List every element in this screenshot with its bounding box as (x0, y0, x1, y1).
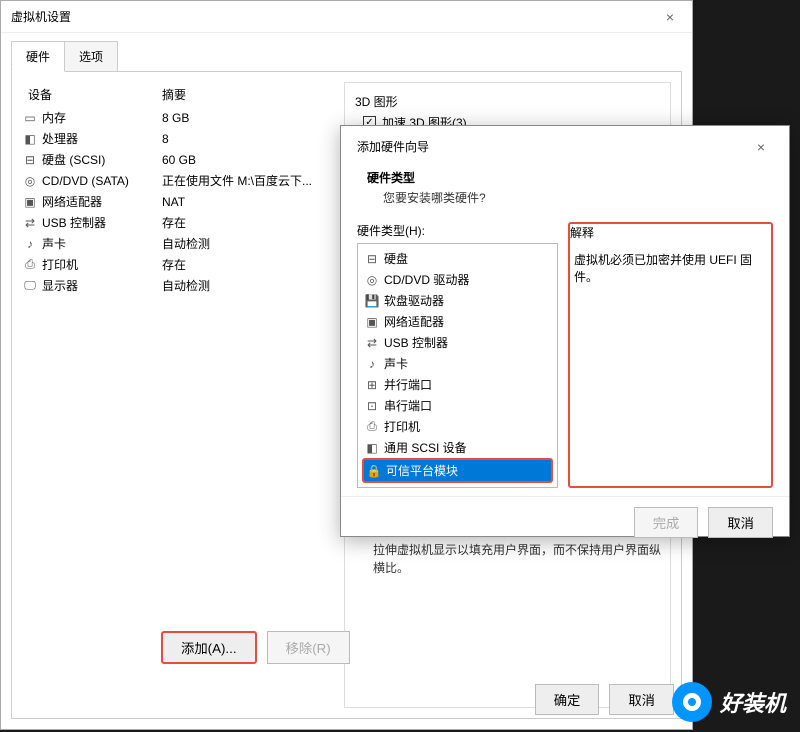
cpu-icon: ◧ (22, 132, 38, 146)
cd-icon: ◎ (22, 174, 38, 188)
wizard-footer: 完成 取消 (341, 496, 789, 548)
ok-button[interactable]: 确定 (535, 684, 600, 715)
hw-row-display[interactable]: 🖵显示器自动检测 (22, 275, 332, 296)
hardware-list: 设备 摘要 ▭内存8 GB ◧处理器8 ⊟硬盘 (SCSI)60 GB ◎CD/… (22, 82, 332, 708)
logo-text: 好装机 (720, 686, 786, 718)
finish-button: 完成 (634, 507, 699, 538)
serial-icon: ⊡ (364, 399, 380, 413)
network-icon: ▣ (22, 195, 38, 209)
network-icon: ▣ (364, 315, 380, 329)
window-title: 虚拟机设置 (11, 8, 71, 25)
add-remove-row: 添加(A)... 移除(R) (161, 631, 350, 664)
sound-icon: ♪ (22, 237, 38, 251)
type-usb[interactable]: ⇄USB 控制器 (362, 332, 553, 353)
hw-row-cpu[interactable]: ◧处理器8 (22, 128, 332, 149)
wizard-body: 硬件类型(H): ⊟硬盘 ◎CD/DVD 驱动器 💾软盘驱动器 ▣网络适配器 ⇄… (341, 214, 789, 496)
type-net[interactable]: ▣网络适配器 (362, 311, 553, 332)
hw-row-usb[interactable]: ⇄USB 控制器存在 (22, 212, 332, 233)
tab-hardware[interactable]: 硬件 (11, 41, 65, 72)
tpm-icon: 🔒 (366, 464, 382, 478)
cancel-button[interactable]: 取消 (609, 684, 674, 715)
hw-row-printer[interactable]: ⎙打印机存在 (22, 254, 332, 275)
cd-icon: ◎ (364, 273, 380, 287)
wizard-right: 解释 虚拟机必须已加密并使用 UEFI 固件。 (568, 222, 773, 488)
add-button[interactable]: 添加(A)... (161, 631, 257, 664)
section-title: 3D 图形 (355, 93, 660, 110)
types-label: 硬件类型(H): (357, 222, 558, 239)
usb-icon: ⇄ (22, 216, 38, 230)
memory-icon: ▭ (22, 111, 38, 125)
hardware-types-list: ⊟硬盘 ◎CD/DVD 驱动器 💾软盘驱动器 ▣网络适配器 ⇄USB 控制器 ♪… (357, 243, 558, 488)
wizard-left: 硬件类型(H): ⊟硬盘 ◎CD/DVD 驱动器 💾软盘驱动器 ▣网络适配器 ⇄… (357, 222, 558, 488)
hw-row-disk[interactable]: ⊟硬盘 (SCSI)60 GB (22, 149, 332, 170)
type-tpm[interactable]: 🔒可信平台模块 (362, 458, 553, 483)
parallel-icon: ⊞ (364, 378, 380, 392)
remove-button: 移除(R) (267, 631, 350, 664)
scsi-icon: ◧ (364, 441, 380, 455)
watermark-logo: 好装机 (672, 682, 786, 722)
usb-icon: ⇄ (364, 336, 380, 350)
wizard-cancel-button[interactable]: 取消 (708, 507, 773, 538)
hw-row-memory[interactable]: ▭内存8 GB (22, 107, 332, 128)
printer-icon: ⎙ (364, 419, 380, 434)
wizard-subtitle: 硬件类型 (357, 169, 773, 186)
add-hardware-wizard: 添加硬件向导 × 硬件类型 您要安装哪类硬件? 硬件类型(H): ⊟硬盘 ◎CD… (340, 125, 790, 537)
type-scsi[interactable]: ◧通用 SCSI 设备 (362, 437, 553, 458)
disk-icon: ⊟ (22, 153, 38, 167)
logo-icon (672, 682, 712, 722)
header-summary: 摘要 (162, 86, 332, 103)
titlebar: 虚拟机设置 × (1, 1, 692, 33)
footer-buttons: 确定 取消 (535, 684, 674, 715)
wizard-header: 添加硬件向导 × 硬件类型 您要安装哪类硬件? (341, 126, 789, 214)
display-icon: 🖵 (22, 278, 38, 293)
wizard-title: 添加硬件向导 (357, 138, 429, 155)
type-sound[interactable]: ♪声卡 (362, 353, 553, 374)
header-device: 设备 (22, 86, 162, 103)
hw-row-net[interactable]: ▣网络适配器NAT (22, 191, 332, 212)
hw-row-sound[interactable]: ♪声卡自动检测 (22, 233, 332, 254)
type-floppy[interactable]: 💾软盘驱动器 (362, 290, 553, 311)
hw-row-cd[interactable]: ◎CD/DVD (SATA)正在使用文件 M:\百度云下... (22, 170, 332, 191)
tab-options[interactable]: 选项 (64, 41, 118, 72)
tabs: 硬件 选项 (1, 33, 692, 72)
close-icon[interactable]: × (658, 9, 682, 25)
type-cd[interactable]: ◎CD/DVD 驱动器 (362, 269, 553, 290)
wizard-question: 您要安装哪类硬件? (357, 189, 773, 206)
type-disk[interactable]: ⊟硬盘 (362, 248, 553, 269)
disk-icon: ⊟ (364, 252, 380, 266)
wizard-close-icon[interactable]: × (749, 139, 773, 155)
sound-icon: ♪ (364, 357, 380, 371)
floppy-icon: 💾 (364, 294, 380, 308)
type-parallel[interactable]: ⊞并行端口 (362, 374, 553, 395)
type-printer[interactable]: ⎙打印机 (362, 416, 553, 437)
printer-icon: ⎙ (22, 257, 38, 272)
explain-text: 虚拟机必须已加密并使用 UEFI 固件。 (570, 245, 771, 486)
explain-label: 解释 (570, 224, 771, 241)
type-serial[interactable]: ⊡串行端口 (362, 395, 553, 416)
hardware-headers: 设备 摘要 (22, 82, 332, 107)
